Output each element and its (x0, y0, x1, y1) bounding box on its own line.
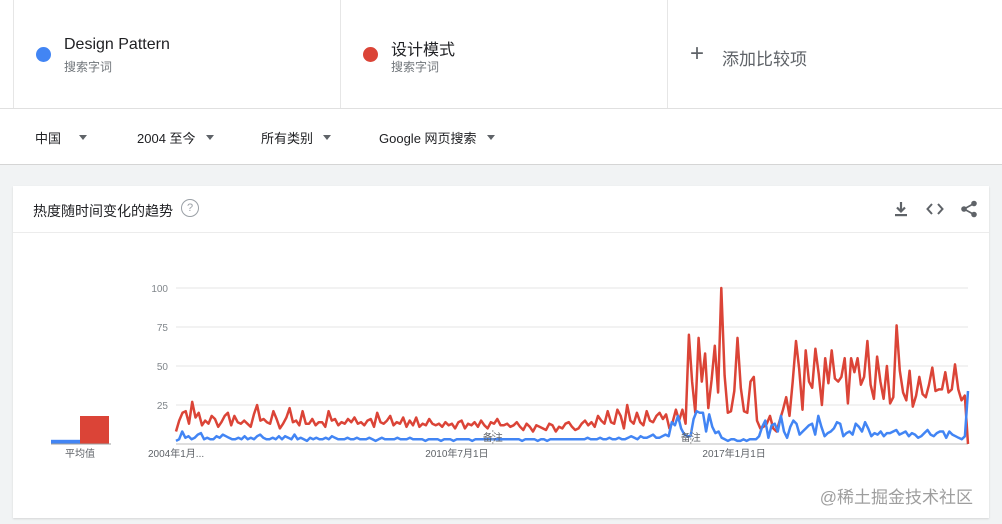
time-range-dropdown[interactable]: 2004 至今 (137, 128, 214, 147)
series-color-dot-1 (36, 47, 51, 62)
search-type-dropdown[interactable]: Google 网页搜索 (379, 128, 495, 147)
series-color-dot-2 (363, 47, 378, 62)
chevron-down-icon (79, 135, 88, 140)
search-term-label-1: 搜索字词 (64, 60, 113, 74)
watermark: @稀土掘金技术社区 (819, 488, 973, 507)
search-term-card-2[interactable]: 设计模式 搜索字词 (340, 0, 667, 108)
filter-bar: 中国 2004 至今 所有类别 Google 网页搜索 (0, 109, 1002, 165)
time-range-dropdown-label: 2004 至今 (137, 131, 196, 146)
search-term-label-2: 搜索字词 (391, 60, 440, 74)
note-label: 备注 (681, 431, 701, 444)
y-tick-label: 100 (151, 284, 168, 295)
search-type-dropdown-label: Google 网页搜索 (379, 131, 477, 146)
x-tick-label: 2017年1月1日 (702, 447, 765, 460)
x-tick-label: 2004年1月... (148, 447, 204, 460)
y-tick-label: 75 (157, 323, 169, 334)
interest-over-time-card: 热度随时间变化的趋势 ? 平均值 100 75 50 25 2004年1月... 2010… (13, 186, 989, 518)
region-dropdown-label: 中国 (35, 131, 62, 146)
search-term-card-1[interactable]: Design Pattern 搜索字词 (13, 0, 340, 108)
average-bar-sheji-moshi (80, 416, 109, 444)
note-label: 备注 (483, 431, 503, 444)
search-term-name-2: 设计模式 (391, 42, 456, 59)
region-dropdown[interactable]: 中国 (35, 128, 88, 147)
search-terms-bar: Design Pattern 搜索字词 设计模式 搜索字词 + 添加比较项 (0, 0, 1002, 109)
chevron-down-icon (323, 135, 332, 140)
plus-icon: + (690, 40, 705, 67)
chevron-down-icon (486, 135, 495, 140)
average-bar-design-pattern (51, 439, 81, 444)
search-term-name-1: Design Pattern (64, 36, 170, 53)
average-label: 平均值 (65, 447, 95, 460)
add-comparison-button[interactable]: + 添加比较项 (667, 0, 994, 108)
y-tick-label: 50 (157, 362, 169, 373)
y-tick-label: 25 (157, 401, 169, 412)
add-comparison-label: 添加比较项 (722, 50, 807, 69)
chevron-down-icon (205, 135, 214, 140)
x-tick-label: 2010年7月1日 (425, 447, 488, 460)
category-dropdown-label: 所有类别 (261, 131, 314, 146)
trend-chart: 平均值 100 75 50 25 2004年1月... 2010年7月1日 2017年1月1… (51, 284, 970, 460)
category-dropdown[interactable]: 所有类别 (261, 128, 332, 147)
